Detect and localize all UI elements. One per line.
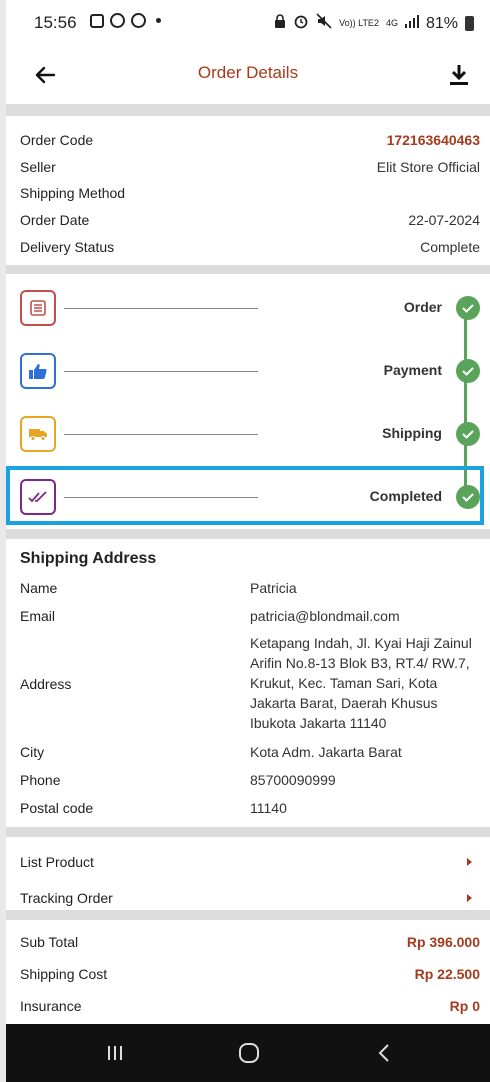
address-label: Address: [20, 676, 72, 692]
check-icon: [456, 296, 480, 320]
check-icon: [456, 422, 480, 446]
order-code-value: 172163640463: [386, 132, 480, 148]
subtotal-label: Sub Total: [20, 934, 79, 950]
phone-label: Phone: [20, 772, 61, 788]
tiktok-icon: [110, 13, 125, 28]
subtotal-row: Sub Total Rp 396.000: [20, 934, 480, 950]
recent-apps-icon: [108, 1046, 122, 1060]
step-label: Payment: [383, 362, 442, 378]
system-icons: Vo)) LTE2 4G 81%: [274, 13, 474, 34]
step-order: Order: [6, 282, 490, 338]
back-nav-button[interactable]: [369, 1041, 399, 1065]
more-notifications-icon: [156, 18, 161, 23]
delivery-status-value: Complete: [420, 239, 480, 255]
postal-code-value: 11140: [250, 800, 287, 816]
insurance-row: Insurance Rp 0: [20, 998, 480, 1014]
step-payment: Payment: [6, 345, 490, 401]
order-date-label: Order Date: [20, 212, 90, 228]
phone-value: 85700090999: [250, 772, 336, 788]
system-nav-bar: [6, 1024, 490, 1082]
shipping-cost-label: Shipping Cost: [20, 966, 108, 982]
tracking-order-label: Tracking Order: [20, 890, 113, 906]
order-code-row: Order Code 172163640463: [20, 132, 480, 148]
list-product-label: List Product: [20, 854, 94, 870]
download-button[interactable]: [442, 58, 476, 92]
network-indicator: 4G: [385, 18, 398, 28]
address-value: Ketapang Indah, Jl. Kyai Haji Zainul Ari…: [250, 635, 472, 731]
name-value: Patricia: [250, 580, 297, 596]
shipping-method-label: Shipping Method: [20, 185, 126, 201]
city-value: Kota Adm. Jakarta Barat: [250, 744, 402, 760]
status-time: 15:56: [34, 13, 77, 32]
shipping-cost-row: Shipping Cost Rp 22.500: [20, 966, 480, 982]
seller-label: Seller: [20, 159, 56, 175]
email-label: Email: [20, 608, 56, 624]
chrome-icon: [131, 13, 146, 28]
page-title: Order Details: [197, 63, 299, 82]
seller-row: Seller Elit Store Official: [20, 159, 480, 175]
step-line: [64, 371, 258, 372]
subtotal-value: Rp 396.000: [406, 934, 480, 950]
truck-icon: [20, 416, 56, 452]
volte-indicator: Vo)) LTE2: [339, 18, 379, 28]
tracking-order-link[interactable]: Tracking Order: [20, 884, 472, 912]
order-date-value: 22-07-2024: [408, 212, 480, 228]
step-shipping: Shipping: [6, 408, 490, 464]
postal-code-label: Postal code: [20, 800, 94, 816]
battery-percent: 81%: [425, 14, 458, 32]
divider: [6, 265, 490, 274]
app-screen: 15:56 Vo)) LTE2 4G 81% Order Details Ord…: [6, 0, 490, 1082]
shipping-address-title: Shipping Address: [20, 550, 157, 567]
home-button[interactable]: [234, 1041, 264, 1065]
seller-value: Elit Store Official: [376, 159, 480, 175]
name-label: Name: [20, 580, 58, 596]
email-value: patricia@blondmail.com: [250, 608, 400, 624]
insurance-value: Rp 0: [449, 998, 480, 1014]
status-bar: 15:56 Vo)) LTE2 4G 81%: [6, 0, 490, 46]
shipping-method-row: Shipping Method: [20, 185, 480, 201]
shipping-cost-value: Rp 22.500: [414, 966, 480, 982]
signal-icon: [404, 14, 419, 33]
caret-right-icon: [467, 894, 472, 902]
list-product-link[interactable]: List Product: [20, 848, 472, 876]
divider: [6, 910, 490, 920]
city-label: City: [20, 744, 45, 760]
caret-right-icon: [467, 858, 472, 866]
completed-step-highlight: [6, 466, 484, 525]
alarm-icon: [293, 13, 309, 34]
recent-apps-button[interactable]: [100, 1041, 130, 1065]
receipt-icon: [20, 290, 56, 326]
notification-icons: [90, 13, 161, 28]
delivery-status-label: Delivery Status: [20, 239, 115, 255]
order-code-label: Order Code: [20, 132, 94, 148]
step-label: Order: [403, 299, 442, 315]
lock-icon: [274, 14, 286, 33]
step-label: Shipping: [382, 425, 442, 441]
insurance-label: Insurance: [20, 998, 82, 1014]
order-date-row: Order Date 22-07-2024: [20, 212, 480, 228]
delivery-status-row: Delivery Status Complete: [20, 239, 480, 255]
divider: [6, 827, 490, 837]
download-icon: [450, 65, 468, 85]
home-icon: [239, 1043, 259, 1063]
divider: [6, 104, 490, 116]
thumbs-up-icon: [20, 353, 56, 389]
check-icon: [456, 359, 480, 383]
mute-icon: [316, 13, 332, 34]
divider: [6, 529, 490, 539]
step-line: [64, 434, 258, 435]
app-bar: Order Details: [6, 46, 490, 104]
step-line: [64, 308, 258, 309]
facebook-icon: [90, 13, 104, 28]
battery-icon: [465, 16, 474, 31]
chevron-left-icon: [378, 1044, 389, 1062]
